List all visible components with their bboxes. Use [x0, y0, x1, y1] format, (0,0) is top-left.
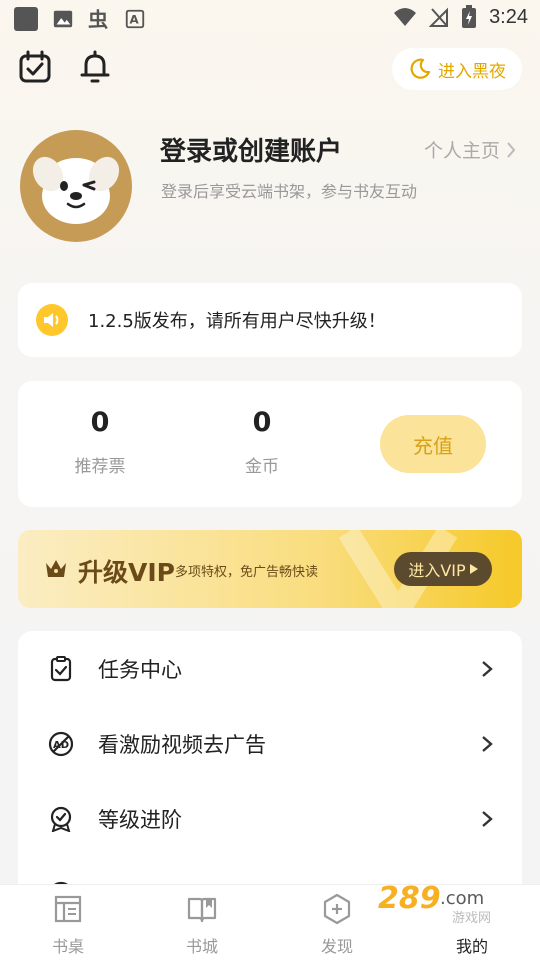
avatar[interactable]: [20, 130, 132, 242]
bell-icon[interactable]: [78, 50, 112, 84]
recharge-button[interactable]: 充值: [380, 415, 486, 473]
profile-link-label: 个人主页: [423, 140, 500, 162]
svg-text:虫: 虫: [88, 8, 108, 30]
menu-item-task-center[interactable]: 任务中心: [18, 631, 522, 706]
tab-label: 书城: [185, 937, 218, 956]
vip-banner[interactable]: 升级VIP 多项特权，免广告畅快读 进入VIP: [18, 530, 522, 608]
vip-title: 升级VIP: [78, 558, 175, 587]
stat-label: 推荐票: [74, 457, 126, 477]
bug-icon: 虫: [88, 8, 108, 30]
wifi-icon: [394, 8, 417, 26]
no-ad-icon: AD: [48, 731, 74, 756]
login-subtitle: 登录后享受云端书架，参与书友互动: [161, 182, 418, 201]
chevron-right-icon: [482, 735, 493, 752]
tab-label: 我的: [455, 937, 488, 956]
tab-discover[interactable]: 发现: [297, 893, 377, 957]
menu-item-watch-ad[interactable]: AD 看激励视频去广告: [18, 706, 522, 781]
login-title[interactable]: 登录或创建账户: [160, 131, 342, 168]
tab-label: 发现: [320, 937, 353, 956]
notice-text: 1.2.5版发布，请所有用户尽快升级！: [88, 311, 386, 332]
discover-icon: [323, 893, 351, 925]
menu-item-label: 等级进阶: [98, 807, 182, 832]
svg-text:游戏网: 游戏网: [452, 911, 491, 926]
vip-subtitle: 多项特权，免广告畅快读: [175, 565, 319, 580]
dog-avatar-icon: [32, 156, 120, 224]
night-mode-button[interactable]: 进入黑夜: [392, 48, 522, 90]
menu-item-level-up[interactable]: 等级进阶: [18, 781, 522, 856]
stat-value: 0: [252, 407, 272, 438]
play-arrow-icon: [469, 564, 478, 574]
status-icons-right: 3:24: [393, 5, 528, 29]
chevron-right-icon: [482, 810, 493, 827]
crown-icon: [46, 560, 66, 577]
no-signal-icon: [429, 7, 449, 27]
stat-label: 金币: [245, 457, 279, 477]
tab-bookstore[interactable]: 书城: [162, 893, 242, 957]
site-watermark-logo: 289 .com 游戏网: [378, 881, 491, 926]
tab-desk[interactable]: 书桌: [28, 893, 108, 957]
moon-icon: [410, 58, 431, 79]
font-a-icon: A: [125, 9, 145, 29]
enter-vip-button[interactable]: 进入VIP: [394, 552, 492, 586]
night-mode-label: 进入黑夜: [438, 61, 506, 82]
chevron-right-icon: [507, 141, 516, 158]
speaker-icon: [36, 304, 68, 336]
enter-vip-label: 进入VIP: [408, 561, 466, 580]
book-icon: [187, 897, 217, 923]
badge-icon: [50, 806, 72, 832]
chevron-right-icon: [482, 660, 493, 677]
svg-text:.com: .com: [440, 888, 484, 909]
tab-label: 书桌: [51, 937, 84, 956]
stat-value: 0: [90, 407, 110, 438]
stat-coins[interactable]: 0 金币: [202, 407, 322, 477]
status-bar: 虫 A 3:24: [0, 0, 540, 36]
task-icon: [50, 655, 72, 681]
status-time: 3:24: [489, 5, 528, 28]
desk-icon: [54, 895, 82, 923]
profile-page-link[interactable]: 个人主页: [424, 136, 516, 163]
status-icons-left: 虫 A: [14, 7, 146, 31]
app-notification-icon: [14, 7, 38, 31]
stats-card: 0 推荐票 0 金币 充值: [18, 381, 522, 507]
svg-text:289: 289: [378, 881, 441, 916]
battery-charging-icon: [462, 5, 477, 28]
menu-item-label: 看激励视频去广告: [98, 732, 266, 757]
stat-recommend-tickets[interactable]: 0 推荐票: [40, 407, 160, 477]
svg-text:A: A: [130, 13, 140, 27]
menu-item-label: 任务中心: [98, 657, 182, 682]
calendar-check-icon[interactable]: [18, 50, 52, 84]
image-icon: [53, 10, 73, 28]
notice-bar[interactable]: 1.2.5版发布，请所有用户尽快升级！: [18, 283, 522, 357]
